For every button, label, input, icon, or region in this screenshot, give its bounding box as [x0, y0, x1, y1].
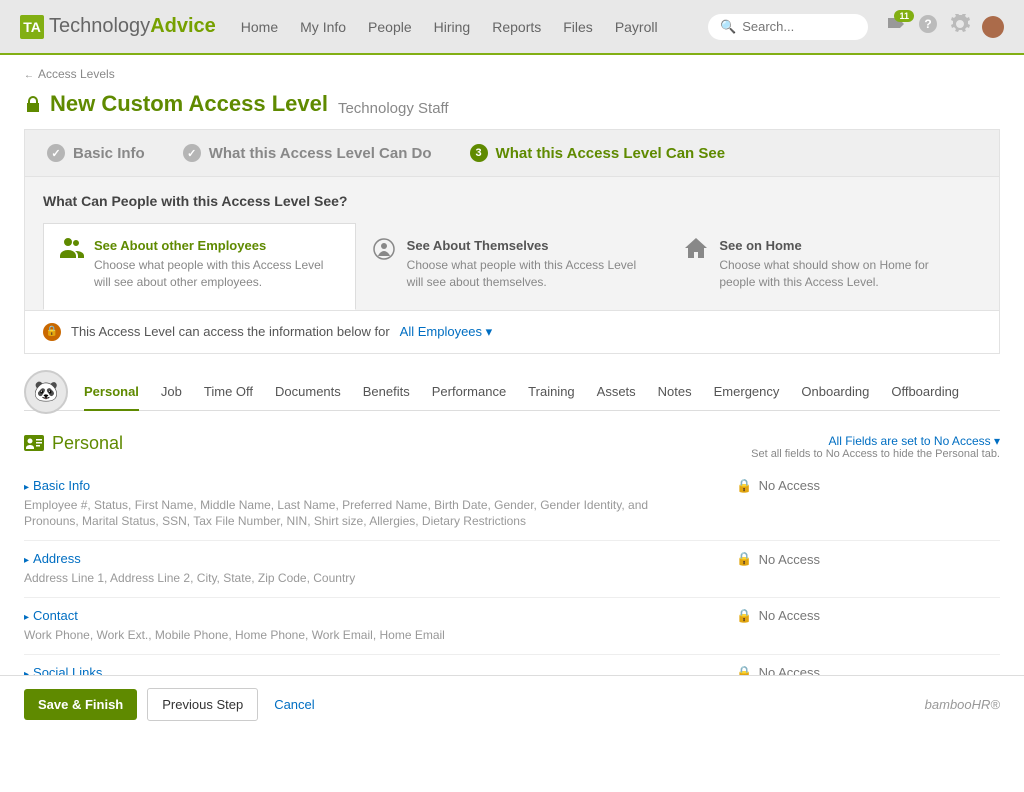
nav-hiring[interactable]: Hiring — [434, 19, 471, 35]
all-fields-dropdown[interactable]: All Fields are set to No Access ▾ — [829, 434, 1000, 448]
field-contact: Contact Work Phone, Work Ext., Mobile Ph… — [24, 598, 1000, 655]
field-desc: Employee #, Status, First Name, Middle N… — [24, 497, 664, 531]
search-icon: 🔍 — [720, 19, 736, 35]
search-container[interactable]: 🔍 — [708, 14, 868, 40]
top-nav: Home My Info People Hiring Reports Files… — [241, 19, 658, 35]
cancel-button[interactable]: Cancel — [274, 697, 314, 712]
page-title: New Custom Access Level — [24, 91, 328, 117]
page-subtitle: Technology Staff — [338, 100, 449, 117]
option-title: See About other Employees — [94, 238, 339, 253]
id-card-icon — [24, 435, 44, 451]
section-header: Personal All Fields are set to No Access… — [24, 433, 1000, 460]
topbar: TA TechnologyAdvice Home My Info People … — [0, 0, 1024, 55]
field-access[interactable]: 🔒No Access — [736, 478, 820, 494]
lock-icon: 🔒 — [736, 608, 752, 624]
tab-offboarding[interactable]: Offboarding — [891, 374, 959, 409]
breadcrumb[interactable]: Access Levels — [24, 55, 1000, 87]
nav-people[interactable]: People — [368, 19, 412, 35]
logo[interactable]: TA TechnologyAdvice — [20, 15, 216, 39]
see-panel: What Can People with this Access Level S… — [24, 177, 1000, 311]
inbox-icon[interactable]: 11 — [886, 16, 906, 37]
lock-icon: 🔒 — [736, 551, 752, 567]
option-desc: Choose what people with this Access Leve… — [407, 257, 652, 291]
field-desc: Address Line 1, Address Line 2, City, St… — [24, 570, 664, 587]
page-title-row: New Custom Access Level Technology Staff — [24, 87, 1000, 129]
option-desc: Choose what people with this Access Leve… — [94, 257, 339, 291]
lock-icon — [24, 95, 42, 113]
lock-icon: 🔒 — [736, 478, 752, 494]
options-row: See About other Employees Choose what pe… — [43, 223, 981, 310]
option-home[interactable]: See on Home Choose what should show on H… — [668, 223, 981, 310]
inbox-badge: 11 — [894, 10, 914, 22]
logo-text-1: Technology — [49, 15, 150, 38]
people-icon — [60, 238, 84, 291]
save-finish-button[interactable]: Save & Finish — [24, 689, 137, 720]
tab-onboarding[interactable]: Onboarding — [801, 374, 869, 409]
section-controls: All Fields are set to No Access ▾ Set al… — [751, 433, 1000, 460]
tab-training[interactable]: Training — [528, 374, 574, 409]
logo-text-2: Advice — [150, 15, 216, 38]
brand-label: bambooHR® — [925, 697, 1000, 712]
field-basic-info: Basic Info Employee #, Status, First Nam… — [24, 468, 1000, 542]
wizard-step-3[interactable]: 3 What this Access Level Can See — [470, 144, 726, 162]
logo-box: TA — [20, 15, 44, 39]
option-themselves[interactable]: See About Themselves Choose what people … — [356, 223, 669, 310]
tab-job[interactable]: Job — [161, 374, 182, 409]
tab-notes[interactable]: Notes — [658, 374, 692, 409]
tab-performance[interactable]: Performance — [432, 374, 506, 409]
field-expand[interactable]: Address — [24, 551, 736, 566]
tab-documents[interactable]: Documents — [275, 374, 341, 409]
panel-heading: What Can People with this Access Level S… — [43, 193, 981, 209]
tab-timeoff[interactable]: Time Off — [204, 374, 253, 409]
home-icon — [685, 238, 709, 291]
chevron-down-icon: ▾ — [486, 324, 493, 339]
category-tabs: 🐼 Personal Job Time Off Documents Benefi… — [24, 374, 1000, 411]
check-icon: ✓ — [183, 144, 201, 162]
field-address: Address Address Line 1, Address Line 2, … — [24, 541, 1000, 598]
tab-benefits[interactable]: Benefits — [363, 374, 410, 409]
nav-reports[interactable]: Reports — [492, 19, 541, 35]
wizard-steps: ✓ Basic Info ✓ What this Access Level Ca… — [24, 129, 1000, 177]
lock-badge-icon: 🔒 — [43, 323, 61, 341]
wizard-step-2[interactable]: ✓ What this Access Level Can Do — [183, 144, 432, 162]
employee-scope-dropdown[interactable]: All Employees ▾ — [400, 324, 493, 340]
option-other-employees[interactable]: See About other Employees Choose what pe… — [43, 223, 356, 310]
field-expand[interactable]: Contact — [24, 608, 736, 623]
gear-icon[interactable] — [950, 14, 970, 39]
field-desc: Work Phone, Work Ext., Mobile Phone, Hom… — [24, 627, 664, 644]
header-icons: 11 ? — [886, 14, 1004, 39]
info-bar: 🔒 This Access Level can access the infor… — [24, 311, 1000, 354]
bottom-bar: Save & Finish Previous Step Cancel bambo… — [0, 675, 1024, 733]
nav-files[interactable]: Files — [563, 19, 593, 35]
field-access[interactable]: 🔒No Access — [736, 551, 820, 567]
nav-home[interactable]: Home — [241, 19, 278, 35]
field-access[interactable]: 🔒No Access — [736, 608, 820, 624]
section-title: Personal — [24, 433, 123, 454]
chevron-down-icon: ▾ — [994, 434, 1000, 448]
help-icon[interactable]: ? — [918, 14, 938, 39]
option-desc: Choose what should show on Home for peop… — [719, 257, 964, 291]
search-input[interactable] — [742, 19, 856, 34]
person-icon — [373, 238, 397, 291]
nav-myinfo[interactable]: My Info — [300, 19, 346, 35]
previous-step-button[interactable]: Previous Step — [147, 688, 258, 721]
field-expand[interactable]: Basic Info — [24, 478, 736, 493]
tab-assets[interactable]: Assets — [597, 374, 636, 409]
avatar[interactable] — [982, 16, 1004, 38]
nav-payroll[interactable]: Payroll — [615, 19, 658, 35]
svg-text:?: ? — [924, 17, 931, 31]
option-title: See About Themselves — [407, 238, 652, 253]
tab-personal[interactable]: Personal — [84, 374, 139, 411]
wizard-step-1[interactable]: ✓ Basic Info — [47, 144, 145, 162]
option-title: See on Home — [719, 238, 964, 253]
profile-avatar: 🐼 — [24, 370, 68, 414]
step-number: 3 — [470, 144, 488, 162]
section-hint: Set all fields to No Access to hide the … — [751, 448, 1000, 460]
check-icon: ✓ — [47, 144, 65, 162]
tab-emergency[interactable]: Emergency — [714, 374, 780, 409]
